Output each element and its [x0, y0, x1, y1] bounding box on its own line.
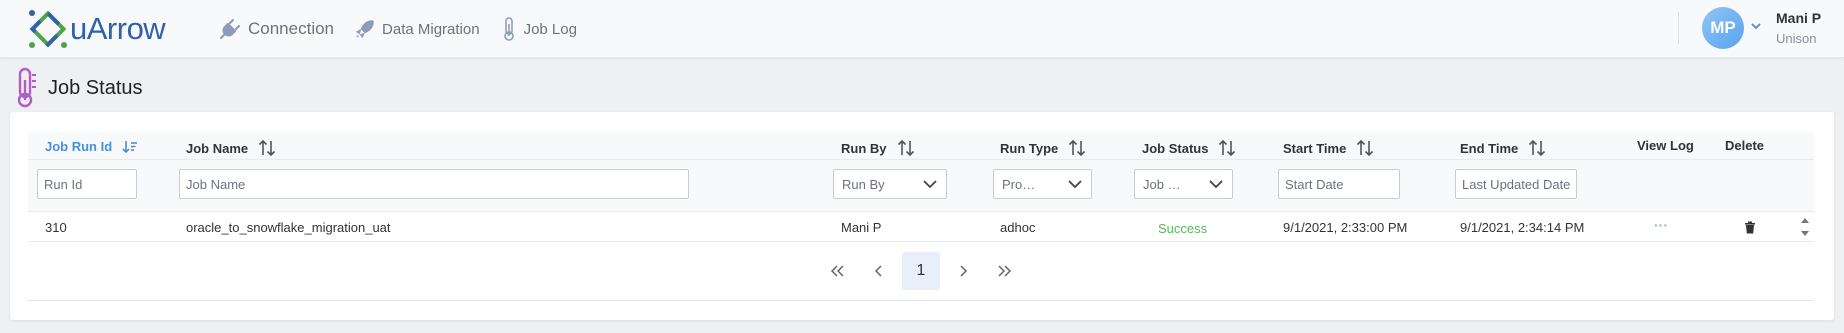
cell-job-name: oracle_to_snowflake_migration_uat	[186, 220, 391, 235]
sort-icon	[1529, 139, 1546, 157]
logo-text: uArrow	[70, 11, 166, 46]
start-date-filter-input[interactable]	[1278, 169, 1400, 199]
column-label: Start Time	[1283, 140, 1347, 156]
nav-label-job-log: Job Log	[523, 20, 577, 38]
page-title: Job Status	[48, 77, 143, 99]
column-label: Run Type	[1000, 140, 1059, 156]
sort-icon	[1069, 139, 1086, 157]
thermometer-icon	[17, 67, 36, 108]
end-date-filter-input[interactable]	[1455, 169, 1577, 199]
user-org: Unison	[1776, 31, 1817, 46]
sort-icon	[259, 139, 276, 157]
job-name-filter-input[interactable]	[179, 169, 689, 199]
user-name: Mani P	[1776, 10, 1822, 26]
column-label: Job Status	[1142, 140, 1209, 156]
double-chevron-left-icon	[830, 265, 844, 277]
chevron-down-icon	[1068, 180, 1082, 189]
app-logo[interactable]: uArrow	[28, 6, 168, 52]
column-header-job-status[interactable]: Job Status	[1142, 139, 1236, 157]
sort-desc-icon	[122, 140, 138, 153]
chevron-down-icon	[1209, 180, 1223, 189]
column-label: View Log	[1637, 138, 1694, 153]
run-by-filter-select[interactable]: Run By	[833, 169, 947, 199]
plug-icon	[219, 18, 241, 40]
logo-icon	[29, 10, 67, 48]
previous-page-button[interactable]	[868, 252, 890, 290]
page-number-button[interactable]: 1	[902, 252, 940, 290]
chevron-right-icon	[960, 265, 968, 277]
column-header-end-time[interactable]: End Time	[1460, 139, 1546, 157]
cell-run-id: 310	[45, 220, 67, 235]
job-status-filter-select[interactable]: Job …	[1134, 169, 1233, 199]
column-label: Job Name	[186, 140, 249, 156]
sort-icon	[1219, 139, 1236, 157]
sort-icon	[897, 139, 914, 157]
scroll-up-arrow[interactable]	[1799, 214, 1811, 226]
cell-end-time: 9/1/2021, 2:34:14 PM	[1460, 220, 1585, 235]
run-type-filter-select[interactable]: Pro…	[993, 169, 1092, 199]
select-value: Run By	[842, 176, 885, 192]
trash-icon[interactable]	[1744, 221, 1756, 234]
chevron-down-icon[interactable]	[1750, 20, 1762, 32]
chevron-left-icon	[874, 265, 882, 277]
column-label: Run By	[841, 140, 887, 156]
nav-item-connection[interactable]: Connection	[218, 17, 334, 41]
first-page-button[interactable]	[826, 252, 848, 290]
chevron-down-icon	[923, 180, 937, 189]
column-header-job-run-id[interactable]: Job Run Id	[45, 139, 138, 154]
nav-item-job-log[interactable]: Job Log	[500, 16, 577, 42]
scroll-down-arrow[interactable]	[1799, 228, 1811, 240]
top-navbar: uArrow Connection Data Migration Job Log…	[0, 0, 1844, 58]
cell-run-by: Mani P	[841, 220, 882, 235]
select-value: Pro…	[1002, 176, 1036, 192]
status-badge: Success	[1158, 221, 1208, 236]
column-label: Job Run Id	[45, 139, 113, 154]
double-chevron-right-icon	[998, 265, 1012, 277]
nav-label-data-migration: Data Migration	[382, 20, 480, 38]
sort-icon	[1357, 139, 1374, 157]
column-label: End Time	[1460, 140, 1519, 156]
card-footer-divider	[28, 300, 1814, 301]
caret-up-icon	[1801, 218, 1809, 223]
nav-divider	[1678, 12, 1679, 44]
next-page-button[interactable]	[952, 252, 974, 290]
thermometer-icon	[503, 17, 514, 41]
column-header-run-type[interactable]: Run Type	[1000, 139, 1086, 157]
view-log-button[interactable]: ···	[1654, 217, 1668, 233]
column-header-view-log: View Log	[1637, 138, 1694, 153]
select-value: Job …	[1143, 176, 1181, 192]
column-label: Delete	[1725, 138, 1765, 153]
avatar[interactable]: MP	[1702, 7, 1744, 49]
rocket-icon	[356, 20, 374, 38]
cell-run-type: adhoc	[1000, 220, 1036, 235]
column-header-run-by[interactable]: Run By	[841, 139, 915, 157]
nav-item-data-migration[interactable]: Data Migration	[354, 18, 480, 40]
column-header-start-time[interactable]: Start Time	[1283, 139, 1374, 157]
column-header-delete: Delete	[1725, 138, 1764, 153]
run-id-filter-input[interactable]	[37, 169, 137, 199]
nav-label-connection: Connection	[248, 19, 335, 38]
cell-start-time: 9/1/2021, 2:33:00 PM	[1283, 220, 1408, 235]
last-page-button[interactable]	[994, 252, 1016, 290]
main-nav: Connection Data Migration Job Log	[218, 16, 597, 42]
column-header-job-name[interactable]: Job Name	[186, 139, 276, 157]
caret-down-icon	[1801, 231, 1809, 236]
